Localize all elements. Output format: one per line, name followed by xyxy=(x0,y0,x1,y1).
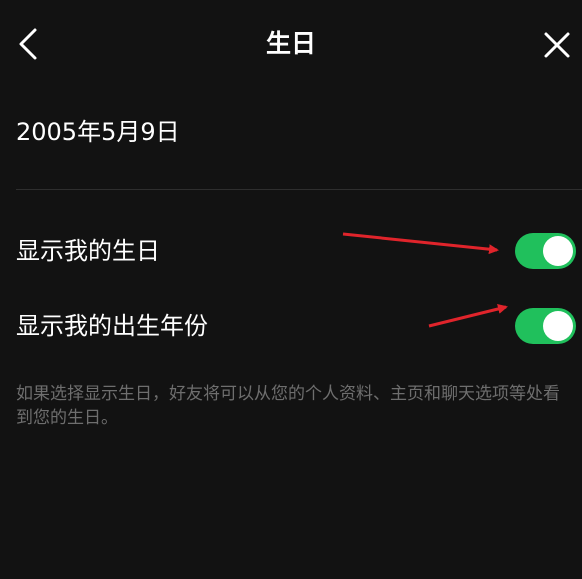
close-button[interactable] xyxy=(538,26,576,64)
close-icon xyxy=(544,32,570,58)
birthday-settings-screen: 生日 2005年5月9日 显示我的生日 显示我的出生年份 如果选择显示生日，好友… xyxy=(0,0,582,579)
divider xyxy=(16,189,582,190)
page-title: 生日 xyxy=(265,29,316,58)
show-birth-year-toggle[interactable] xyxy=(515,308,576,344)
toggle-knob xyxy=(543,311,573,341)
toggle-knob xyxy=(543,236,573,266)
setting-label-show-birth-year: 显示我的出生年份 xyxy=(16,312,208,340)
header: 生日 xyxy=(0,0,582,92)
hint-text: 如果选择显示生日，好友将可以从您的个人资料、主页和聊天选项等处看到您的生日。 xyxy=(16,384,560,428)
birthday-date[interactable]: 2005年5月9日 xyxy=(16,114,180,150)
setting-label-show-birthday: 显示我的生日 xyxy=(16,237,160,265)
setting-row-show-birth-year: 显示我的出生年份 xyxy=(0,302,582,350)
setting-row-show-birthday: 显示我的生日 xyxy=(0,227,582,275)
show-birthday-toggle[interactable] xyxy=(515,233,576,269)
